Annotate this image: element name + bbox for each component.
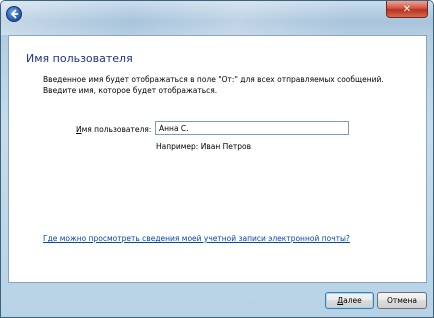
wizard-window: ✕ Имя пользователя Введенное имя будет о…	[0, 0, 434, 318]
description-line-2: Введите имя, которое будет отображаться.	[43, 86, 218, 95]
example-hint: Например: Иван Петров	[156, 142, 252, 151]
description-line-1: Введенное имя будет отображаться в поле …	[43, 75, 384, 84]
close-icon: ✕	[402, 3, 412, 15]
title-bar: ✕	[1, 1, 433, 35]
name-input[interactable]	[155, 121, 349, 135]
close-button[interactable]: ✕	[386, 1, 428, 18]
description: Введенное имя будет отображаться в поле …	[43, 74, 413, 96]
next-button[interactable]: Далее	[325, 292, 374, 309]
back-button[interactable]	[6, 6, 22, 22]
account-info-link[interactable]: Где можно просмотреть сведения моей учет…	[43, 234, 350, 243]
cancel-button[interactable]: Отмена	[377, 292, 427, 309]
content-panel	[8, 35, 427, 283]
next-label: алее	[343, 296, 362, 305]
name-field-label: Имя пользователя:	[76, 125, 151, 134]
page-title: Имя пользователя	[26, 52, 133, 65]
name-label-text: мя пользователя:	[81, 125, 152, 134]
back-arrow-icon	[11, 9, 19, 19]
